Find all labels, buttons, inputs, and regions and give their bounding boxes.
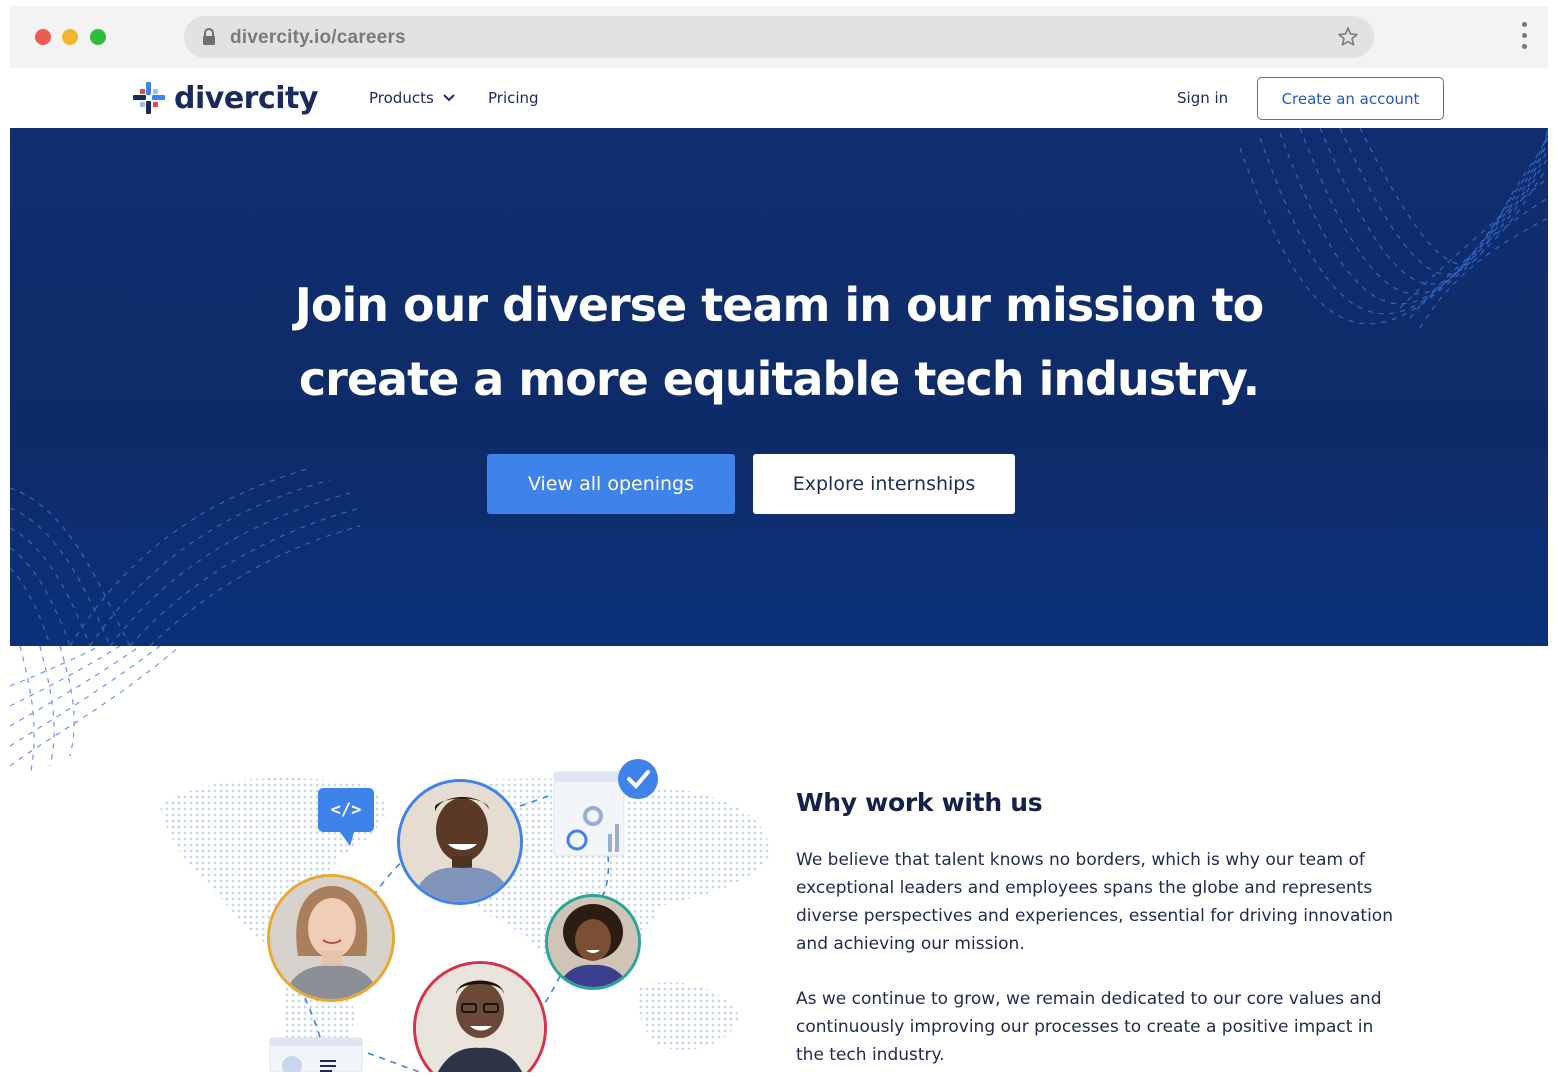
- chevron-down-icon: [443, 94, 455, 102]
- nav-products-dropdown[interactable]: Products: [369, 89, 456, 107]
- bookmark-star-icon[interactable]: [1336, 25, 1360, 49]
- maximize-window-button[interactable]: [90, 29, 106, 45]
- create-account-button[interactable]: Create an account: [1257, 77, 1444, 120]
- document-card: [269, 1037, 363, 1076]
- hero-section: Join our diverse team in our mission to …: [10, 128, 1548, 646]
- lock-icon: [203, 28, 215, 45]
- view-all-openings-button[interactable]: View all openings: [487, 454, 735, 514]
- team-world-map-illustration: </>: [140, 746, 780, 1077]
- address-bar[interactable]: divercity.io/careers: [184, 16, 1374, 58]
- analytics-card: [553, 771, 625, 857]
- divercity-logo[interactable]: divercity: [132, 80, 318, 116]
- explore-internships-button[interactable]: Explore internships: [753, 454, 1015, 514]
- browser-menu-icon[interactable]: [1522, 22, 1528, 52]
- avatar-4: [413, 961, 547, 1077]
- hero-title-line-1: Join our diverse team in our mission to: [294, 278, 1264, 332]
- why-work-title: Why work with us: [796, 788, 1043, 817]
- url-text[interactable]: divercity.io/careers: [230, 27, 406, 49]
- divercity-logo-icon: [133, 82, 165, 114]
- logo-text: divercity: [174, 80, 318, 116]
- hero-title-line-2: create a more equitable tech industry.: [298, 352, 1260, 406]
- world-map-graphic: [160, 759, 770, 1077]
- code-badge-text: </>: [330, 800, 362, 820]
- why-paragraph-2: As we continue to grow, we remain dedica…: [796, 989, 1382, 1065]
- why-paragraph-1: We believe that talent knows no borders,…: [796, 850, 1393, 954]
- nav-pricing-link[interactable]: Pricing: [488, 89, 539, 107]
- browser-toolbar: divercity.io/careers: [10, 6, 1548, 68]
- minimize-window-button[interactable]: [62, 29, 78, 45]
- nav-products-label: Products: [369, 89, 434, 107]
- browser-window: divercity.io/careers divercity Products: [10, 6, 1548, 1077]
- site-header: divercity Products Pricing Sign in Creat…: [10, 68, 1548, 128]
- hero-title: Join our diverse team in our mission to …: [10, 268, 1548, 416]
- sign-in-link[interactable]: Sign in: [1177, 89, 1228, 107]
- close-window-button[interactable]: [35, 29, 51, 45]
- checkmark-badge: [618, 759, 658, 799]
